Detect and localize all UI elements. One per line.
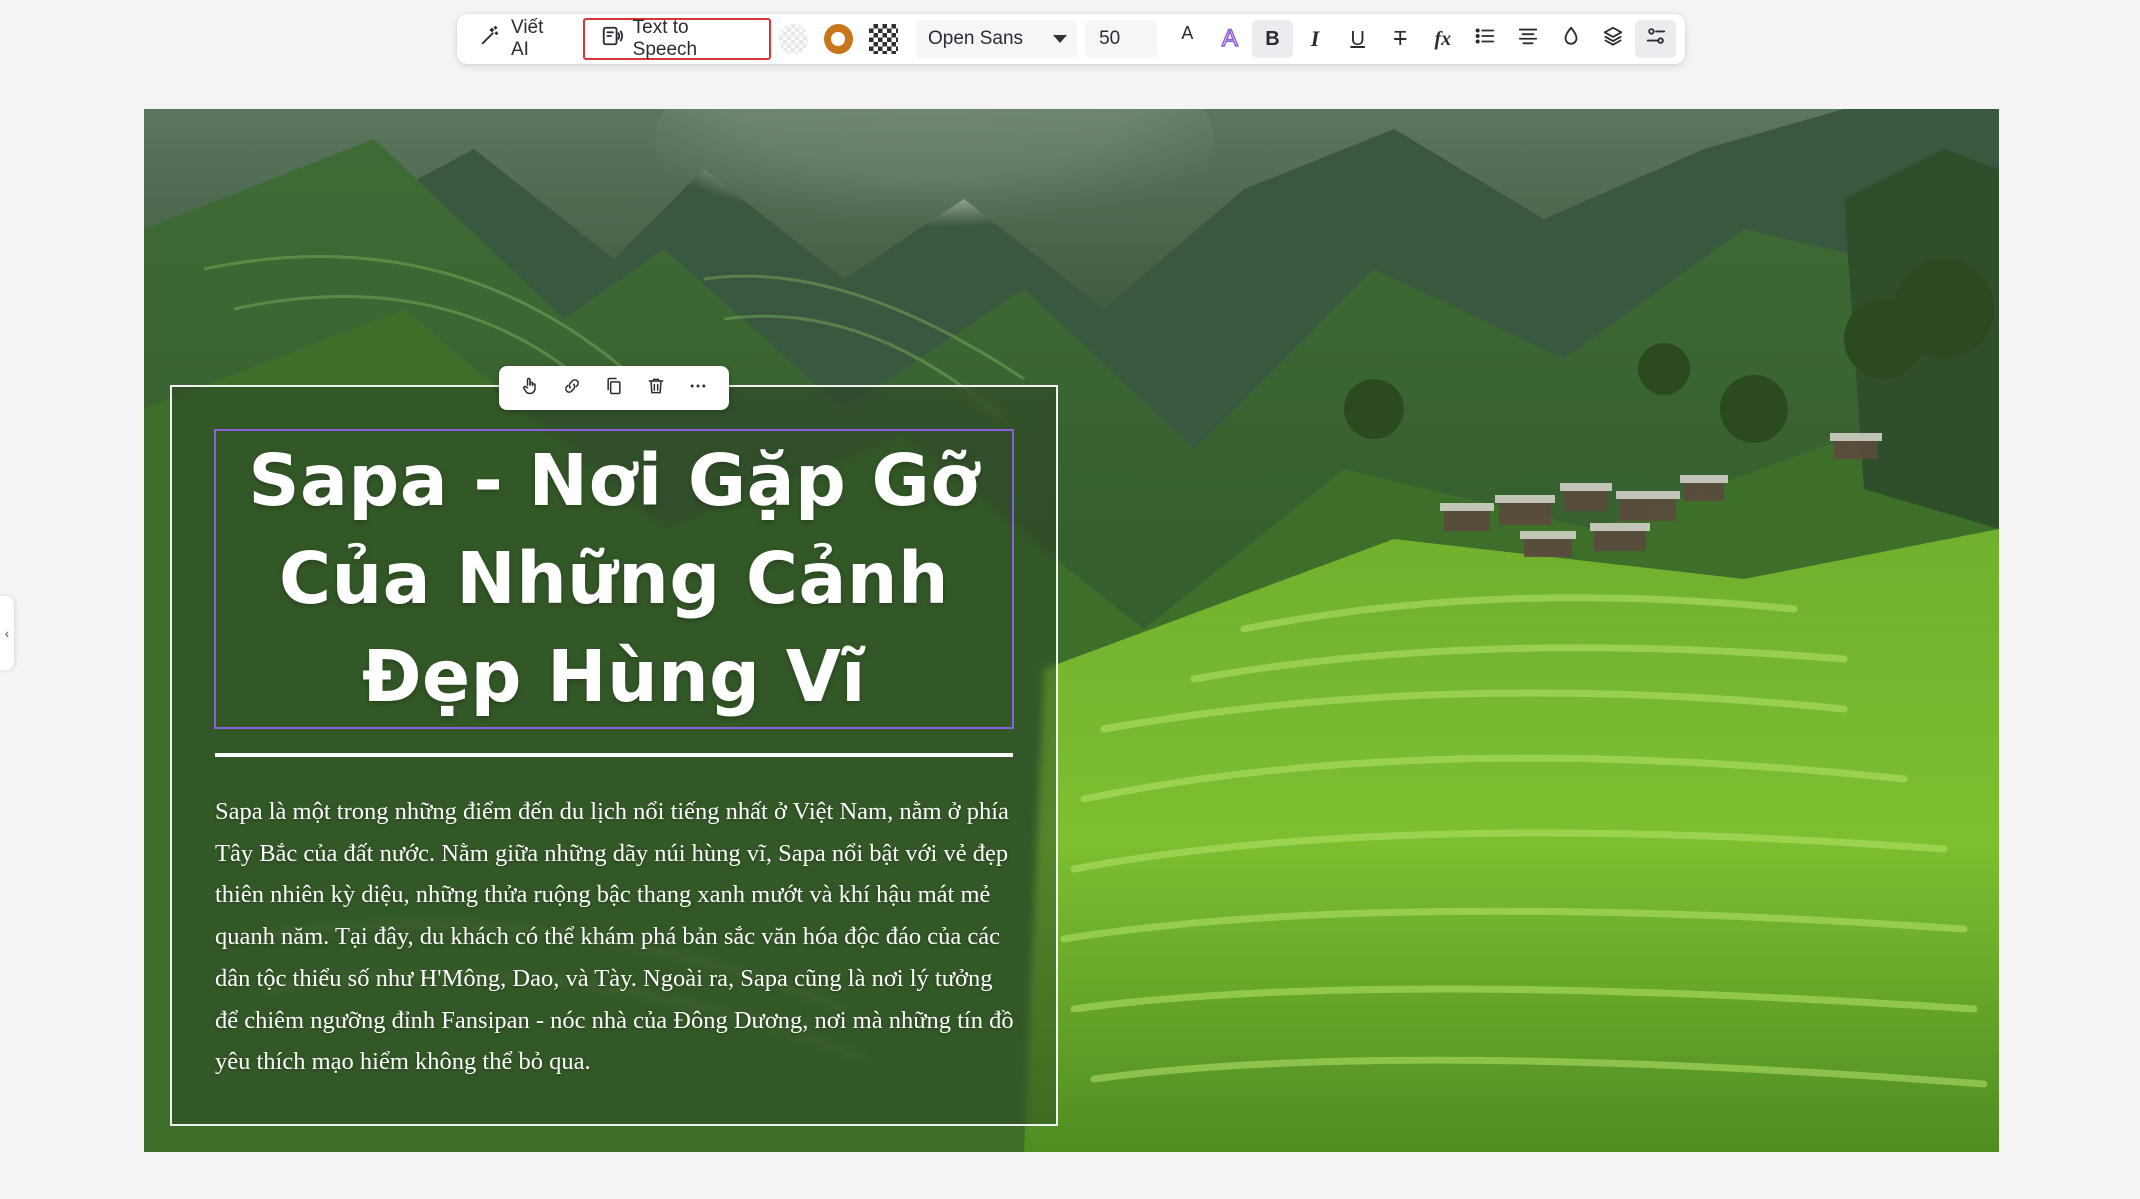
list-icon xyxy=(1474,25,1496,53)
underline-icon: U xyxy=(1350,27,1365,50)
settings-sliders-icon xyxy=(1645,25,1667,53)
bullet-list-button[interactable] xyxy=(1465,20,1506,58)
clear-format-icon: fx xyxy=(1434,27,1452,50)
more-options-button[interactable] xyxy=(683,373,713,403)
text-format-toolbar: Viết AI Text to Speech Open Sans 50 A A … xyxy=(457,14,1685,64)
strikethrough-icon: T xyxy=(1394,27,1407,50)
layers-button[interactable] xyxy=(1593,20,1634,58)
chevron-down-icon xyxy=(1053,35,1068,43)
selected-title-textbox[interactable]: Sapa - Nơi Gặp Gỡ Của Những Cảnh Đẹp Hùn… xyxy=(214,429,1014,729)
font-family-select[interactable]: Open Sans xyxy=(915,20,1078,58)
background-transparent-swatch[interactable] xyxy=(779,24,808,54)
element-floating-toolbar xyxy=(499,366,729,410)
italic-icon: I xyxy=(1310,26,1320,51)
select-button[interactable] xyxy=(515,373,545,403)
gradient-text-icon: A xyxy=(1221,24,1239,53)
ai-write-button[interactable]: Viết AI xyxy=(465,17,577,60)
pointer-hand-icon xyxy=(520,376,540,401)
title-divider-line[interactable] xyxy=(215,753,1013,757)
slide-canvas[interactable]: Sapa - Nơi Gặp Gỡ Của Những Cảnh Đẹp Hùn… xyxy=(144,109,1999,1152)
font-size-value: 50 xyxy=(1099,28,1121,49)
clear-format-button[interactable]: fx xyxy=(1423,20,1464,58)
magic-wand-icon xyxy=(479,25,501,53)
pattern-swatch[interactable] xyxy=(868,24,898,54)
link-button[interactable] xyxy=(557,373,587,403)
chevron-left-icon: ‹ xyxy=(4,625,10,641)
collapse-panel-handle[interactable]: ‹ xyxy=(0,596,14,670)
bold-icon: B xyxy=(1265,27,1280,50)
text-color-button[interactable]: A xyxy=(1167,20,1208,58)
text-to-speech-button[interactable]: Text to Speech xyxy=(582,17,772,60)
trash-icon xyxy=(646,376,666,401)
more-settings-button[interactable] xyxy=(1635,20,1676,58)
slide-title[interactable]: Sapa - Nơi Gặp Gỡ Của Những Cảnh Đẹp Hùn… xyxy=(216,432,1012,726)
italic-button[interactable]: I xyxy=(1295,20,1336,58)
font-size-input[interactable]: 50 xyxy=(1085,20,1158,58)
droplet-icon xyxy=(1560,25,1582,53)
align-center-icon xyxy=(1517,25,1539,53)
underline-button[interactable]: U xyxy=(1337,20,1378,58)
strikethrough-button[interactable]: T xyxy=(1380,20,1421,58)
font-family-value: Open Sans xyxy=(927,28,1024,49)
editor-page: Viết AI Text to Speech Open Sans 50 A A … xyxy=(0,0,2140,1199)
link-icon xyxy=(562,376,582,401)
gradient-text-button[interactable]: A xyxy=(1210,20,1251,58)
ai-write-label: Viết AI xyxy=(511,17,544,60)
stroke-color-swatch[interactable] xyxy=(824,24,853,54)
speech-icon xyxy=(601,25,623,53)
copy-icon xyxy=(604,376,624,401)
opacity-button[interactable] xyxy=(1550,20,1591,58)
align-center-button[interactable] xyxy=(1508,20,1549,58)
layers-icon xyxy=(1602,25,1624,53)
ellipsis-icon xyxy=(688,376,708,401)
bold-button[interactable]: B xyxy=(1252,20,1293,58)
text-to-speech-label: Text to Speech xyxy=(632,17,698,60)
text-color-icon: A xyxy=(1181,22,1194,43)
slide-body-paragraph[interactable]: Sapa là một trong những điểm đến du lịch… xyxy=(215,791,1015,1083)
delete-button[interactable] xyxy=(641,373,671,403)
duplicate-button[interactable] xyxy=(599,373,629,403)
